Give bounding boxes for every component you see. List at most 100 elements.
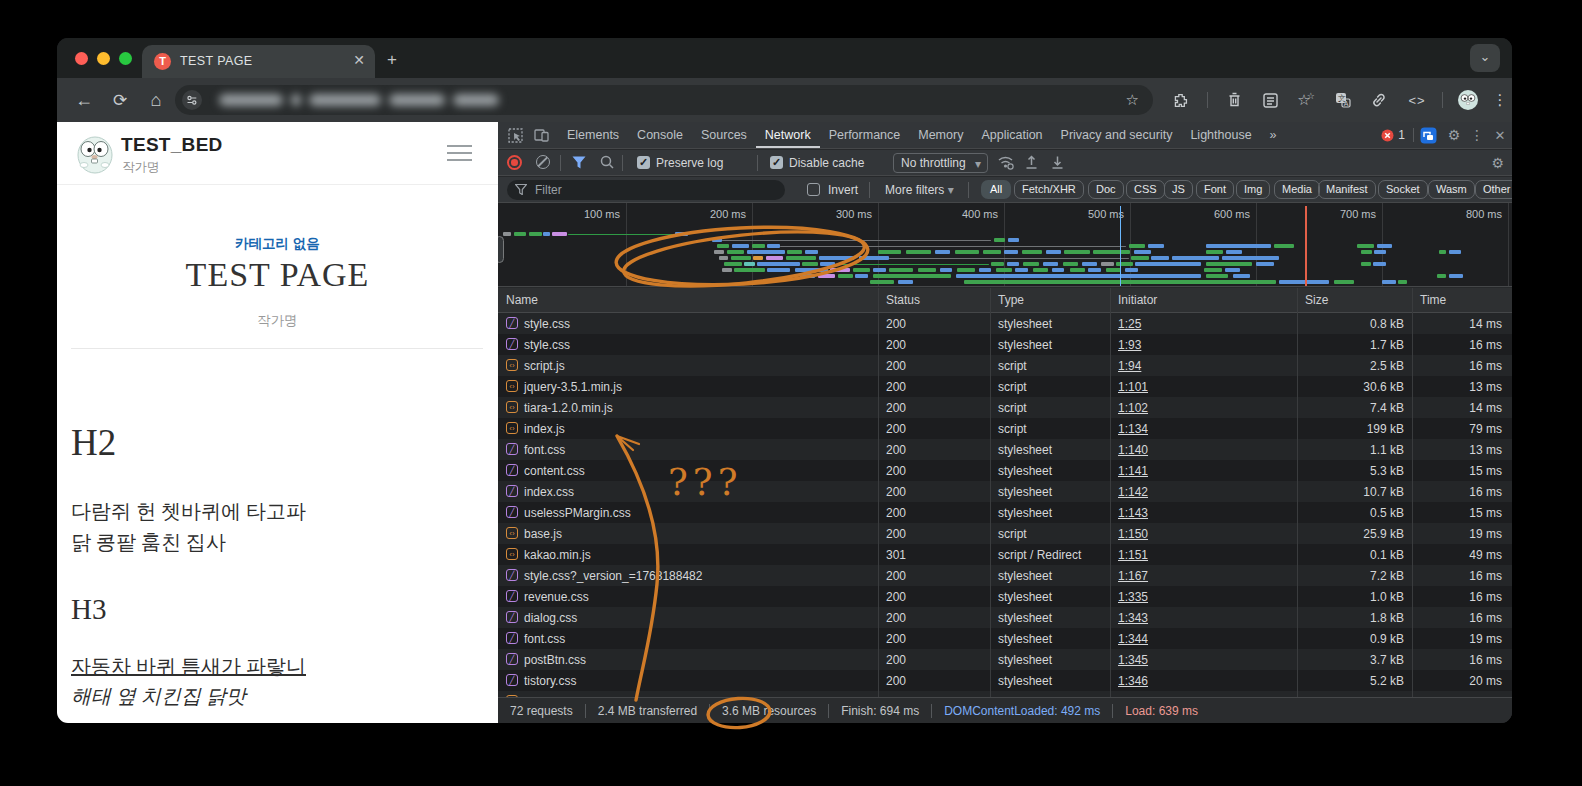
invert-checkbox[interactable] xyxy=(807,183,820,196)
preserve-log-checkbox[interactable]: ✓ xyxy=(637,156,650,169)
reload-icon[interactable]: ⟳ xyxy=(105,78,135,122)
devtools-tab-elements[interactable]: Elements xyxy=(558,122,628,148)
request-row[interactable]: ╱uselessPMargin.css200stylesheet1:1430.5… xyxy=(498,502,1512,523)
filter-chip-js[interactable]: JS xyxy=(1164,180,1193,199)
browser-tab[interactable]: T TEST PAGE ✕ xyxy=(142,45,375,78)
column-header-time[interactable]: Time xyxy=(1420,293,1446,307)
request-initiator[interactable]: 1:142 xyxy=(1118,485,1148,499)
device-mode-badge-icon[interactable] xyxy=(1414,127,1442,144)
home-icon[interactable]: ⌂ xyxy=(141,78,171,122)
request-row[interactable]: ╱index.css200stylesheet1:14210.7 kB16 ms xyxy=(498,481,1512,502)
request-initiator[interactable]: 1:134 xyxy=(1118,422,1148,436)
request-initiator[interactable]: 1:94 xyxy=(1118,359,1141,373)
filter-chip-fetch-xhr[interactable]: Fetch/XHR xyxy=(1014,180,1084,199)
request-row[interactable]: ╱style.css200stylesheet1:250.8 kB14 ms xyxy=(498,313,1512,334)
filter-chip-manifest[interactable]: Manifest xyxy=(1318,180,1376,199)
devtools-tab-application[interactable]: Application xyxy=(972,122,1051,148)
column-header-name[interactable]: Name xyxy=(506,293,538,307)
filter-chip-other[interactable]: Other xyxy=(1475,180,1512,199)
dev-code-icon[interactable]: <> xyxy=(1403,78,1431,122)
column-header-type[interactable]: Type xyxy=(998,293,1024,307)
delete-icon[interactable] xyxy=(1220,78,1248,122)
console-errors-badge[interactable]: 1 xyxy=(1381,128,1405,142)
site-settings-icon[interactable] xyxy=(182,90,202,110)
column-header-initiator[interactable]: Initiator xyxy=(1118,293,1157,307)
blog-title[interactable]: TEST_BED xyxy=(121,134,223,156)
filter-chip-all[interactable]: All xyxy=(981,180,1011,199)
more-filters-dropdown[interactable]: More filters ▾ xyxy=(885,183,954,197)
filter-chip-font[interactable]: Font xyxy=(1196,180,1234,199)
devtools-tab-sources[interactable]: Sources xyxy=(692,122,756,148)
bookmark-star-icon[interactable]: ☆ xyxy=(1126,91,1139,109)
request-row[interactable]: ╱style.css200stylesheet1:931.7 kB16 ms xyxy=(498,334,1512,355)
request-initiator[interactable]: 1:150 xyxy=(1118,527,1148,541)
request-row[interactable]: ‹›script.js200script1:942.5 kB16 ms xyxy=(498,355,1512,376)
reading-list-icon[interactable] xyxy=(1256,78,1284,122)
filter-chip-img[interactable]: Img xyxy=(1236,180,1270,199)
devtools-tab-console[interactable]: Console xyxy=(628,122,692,148)
record-icon[interactable] xyxy=(507,155,522,170)
column-divider[interactable] xyxy=(990,288,991,697)
request-row[interactable]: ╱revenue.css200stylesheet1:3351.0 kB16 m… xyxy=(498,586,1512,607)
request-row[interactable]: ╱font.css200stylesheet1:1401.1 kB13 ms xyxy=(498,439,1512,460)
paragraph-link[interactable]: 자동차 바퀴 틈새가 파랗니 xyxy=(71,653,306,680)
maximize-window-button[interactable] xyxy=(119,52,132,65)
devtools-tab-privacy-and-security[interactable]: Privacy and security xyxy=(1052,122,1182,148)
request-row[interactable]: ‹›tiara-1.2.0.min.js200script1:1027.4 kB… xyxy=(498,397,1512,418)
disable-cache-checkbox[interactable]: ✓ xyxy=(770,156,783,169)
request-initiator[interactable]: 1:167 xyxy=(1118,569,1148,583)
network-settings-gear-icon[interactable]: ⚙ xyxy=(1491,155,1504,171)
hamburger-menu-icon[interactable] xyxy=(447,145,472,166)
devtools-tab-network[interactable]: Network xyxy=(756,122,820,148)
disable-cache-label[interactable]: Disable cache xyxy=(789,156,864,170)
minimize-window-button[interactable] xyxy=(97,52,110,65)
request-initiator[interactable]: 1:343 xyxy=(1118,611,1148,625)
filter-chip-css[interactable]: CSS xyxy=(1126,180,1165,199)
filter-chip-wasm[interactable]: Wasm xyxy=(1428,180,1475,199)
close-devtools-icon[interactable]: ✕ xyxy=(1488,128,1512,143)
column-header-status[interactable]: Status xyxy=(886,293,920,307)
profile-avatar[interactable] xyxy=(1453,78,1483,122)
request-initiator[interactable]: 1:93 xyxy=(1118,338,1141,352)
request-row[interactable]: ╱font.css200stylesheet1:3440.9 kB19 ms xyxy=(498,628,1512,649)
address-bar[interactable]: ☆ xyxy=(175,85,1153,115)
settings-gear-icon[interactable]: ⚙ xyxy=(1442,127,1466,143)
bookmark-manager-icon[interactable]: ☆☆ xyxy=(1292,78,1320,122)
invert-label[interactable]: Invert xyxy=(828,183,858,197)
request-initiator[interactable]: 1:25 xyxy=(1118,317,1141,331)
filter-chip-doc[interactable]: Doc xyxy=(1088,180,1124,199)
request-row[interactable]: ╱postBtn.css200stylesheet1:3453.7 kB16 m… xyxy=(498,649,1512,670)
column-divider[interactable] xyxy=(878,288,879,697)
column-header-size[interactable]: Size xyxy=(1305,293,1328,307)
device-toolbar-icon[interactable] xyxy=(528,128,554,142)
devtools-tab-memory[interactable]: Memory xyxy=(909,122,972,148)
close-tab-icon[interactable]: ✕ xyxy=(353,52,365,68)
new-tab-button[interactable]: + xyxy=(387,50,397,70)
request-initiator[interactable]: 1:141 xyxy=(1118,464,1148,478)
column-divider[interactable] xyxy=(1297,288,1298,697)
request-row[interactable]: ╱dialog.css200stylesheet1:3431.8 kB16 ms xyxy=(498,607,1512,628)
tab-search-chevron-icon[interactable]: ⌄ xyxy=(1470,44,1500,72)
request-initiator[interactable]: 1:143 xyxy=(1118,506,1148,520)
devtools-tab-performance[interactable]: Performance xyxy=(820,122,910,148)
filter-input[interactable]: Filter xyxy=(507,180,785,200)
request-initiator[interactable]: 1:101 xyxy=(1118,380,1148,394)
devtools-kebab-icon[interactable]: ⋮ xyxy=(1466,127,1488,143)
request-initiator[interactable]: 1:151 xyxy=(1118,548,1148,562)
column-divider[interactable] xyxy=(1110,288,1111,697)
request-row[interactable]: ╱content.css200stylesheet1:1415.3 kB15 m… xyxy=(498,460,1512,481)
clear-icon[interactable] xyxy=(536,155,550,169)
blog-avatar[interactable] xyxy=(74,133,116,175)
request-initiator[interactable]: 1:140 xyxy=(1118,443,1148,457)
request-row[interactable]: ‹›kakao.min.js301script / Redirect1:1510… xyxy=(498,544,1512,565)
overview-resize-handle[interactable] xyxy=(498,236,504,263)
request-row[interactable]: ╱tistory.css200stylesheet1:3465.2 kB20 m… xyxy=(498,670,1512,691)
extensions-icon[interactable] xyxy=(1165,78,1195,122)
request-initiator[interactable]: 1:344 xyxy=(1118,632,1148,646)
request-initiator[interactable]: 1:335 xyxy=(1118,590,1148,604)
request-initiator[interactable]: 1:345 xyxy=(1118,653,1148,667)
preserve-log-label[interactable]: Preserve log xyxy=(656,156,723,170)
column-divider[interactable] xyxy=(1412,288,1413,697)
copy-link-icon[interactable] xyxy=(1365,78,1393,122)
inspect-element-icon[interactable] xyxy=(502,128,528,143)
